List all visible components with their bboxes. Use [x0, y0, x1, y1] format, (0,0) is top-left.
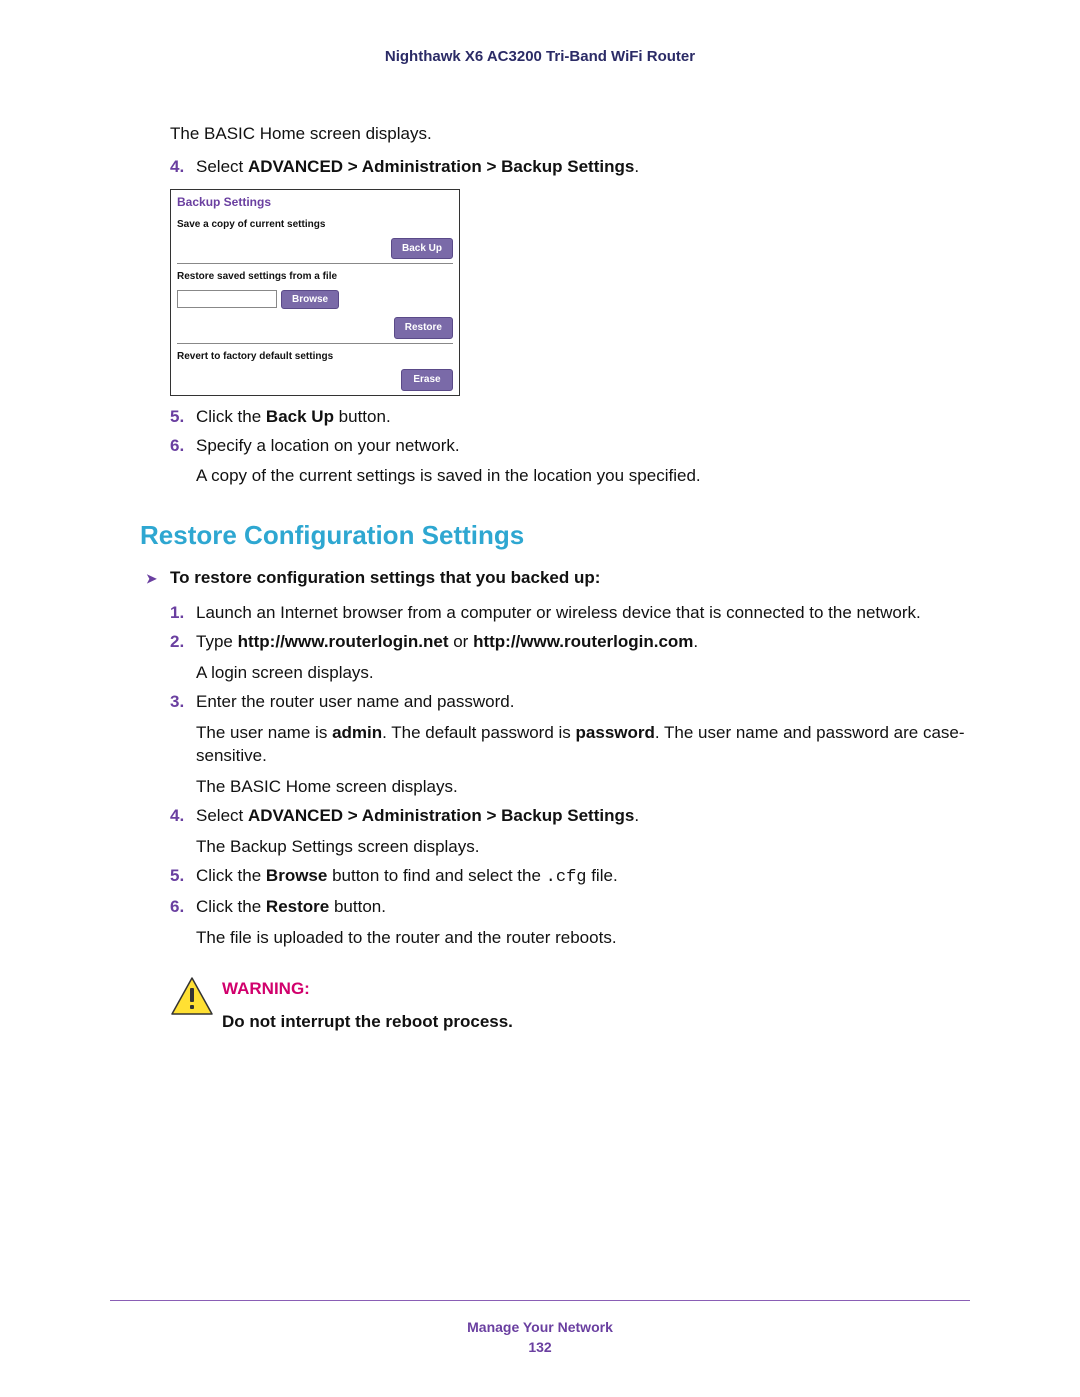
step-subtext: A login screen displays.: [196, 662, 970, 685]
restore-step-2: 2. Type http://www.routerlogin.net or ht…: [170, 631, 970, 685]
text-fragment: . The default password is: [382, 723, 575, 742]
restore-step-3: 3. Enter the router user name and passwo…: [170, 691, 970, 799]
warning-icon: [170, 976, 222, 1023]
warning-label: WARNING:: [222, 978, 513, 1001]
step-number: 5.: [170, 406, 196, 429]
text-fragment: Type: [196, 632, 238, 651]
text-fragment: Select: [196, 806, 248, 825]
step-5: 5. Click the Back Up button.: [170, 406, 970, 429]
step-body: Click the Back Up button.: [196, 406, 970, 429]
step-4: 4. Select ADVANCED > Administration > Ba…: [170, 156, 970, 179]
step-subtext: The file is uploaded to the router and t…: [196, 927, 970, 950]
restore-step-4: 4. Select ADVANCED > Administration > Ba…: [170, 805, 970, 859]
page-footer: Manage Your Network 132: [110, 1300, 970, 1355]
panel-label: Save a copy of current settings: [177, 218, 453, 232]
section-heading: Restore Configuration Settings: [140, 518, 970, 553]
content-area: The BASIC Home screen displays. 4. Selec…: [170, 123, 970, 1034]
panel-label: Revert to factory default settings: [177, 350, 453, 364]
bold-text: http://www.routerlogin.net: [238, 632, 449, 651]
arrow-icon: ➤: [146, 567, 170, 590]
mono-text: .cfg: [546, 868, 587, 887]
footer-page-number: 132: [110, 1339, 970, 1355]
text-fragment: .: [693, 632, 698, 651]
restore-step-5: 5. Click the Browse button to find and s…: [170, 865, 970, 890]
warning-message: Do not interrupt the reboot process.: [222, 1011, 513, 1034]
text-fragment: Click the: [196, 866, 266, 885]
panel-section-restore: Restore saved settings from a file Brows…: [171, 264, 459, 343]
step-body: Select ADVANCED > Administration > Backu…: [196, 156, 970, 179]
erase-button[interactable]: Erase: [401, 369, 453, 391]
panel-title: Backup Settings: [171, 190, 459, 212]
bold-text: Back Up: [266, 407, 334, 426]
step-body: Click the Restore button. The file is up…: [196, 896, 970, 950]
step-body: Launch an Internet browser from a comput…: [196, 602, 970, 625]
text-fragment: Enter the router user name and password.: [196, 692, 514, 711]
subtask-heading: ➤ To restore configuration settings that…: [146, 567, 970, 590]
text-fragment: .: [634, 806, 639, 825]
subtask-text: To restore configuration settings that y…: [170, 567, 600, 590]
text-fragment: .: [634, 157, 639, 176]
bold-text: http://www.routerlogin.com: [473, 632, 693, 651]
nav-path: ADVANCED > Administration > Backup Setti…: [248, 806, 634, 825]
text-fragment: The user name is: [196, 723, 332, 742]
step-number: 3.: [170, 691, 196, 799]
step-number: 5.: [170, 865, 196, 890]
backup-settings-panel: Backup Settings Save a copy of current s…: [170, 189, 460, 396]
backup-button[interactable]: Back Up: [391, 238, 453, 260]
step-subtext: The Backup Settings screen displays.: [196, 836, 970, 859]
step-subtext: The user name is admin. The default pass…: [196, 722, 970, 768]
step-number: 2.: [170, 631, 196, 685]
bold-text: Browse: [266, 866, 327, 885]
text-fragment: Specify a location on your network.: [196, 436, 460, 455]
restore-step-1: 1. Launch an Internet browser from a com…: [170, 602, 970, 625]
text-fragment: button.: [334, 407, 391, 426]
step-body: Select ADVANCED > Administration > Backu…: [196, 805, 970, 859]
restore-button[interactable]: Restore: [394, 317, 453, 339]
step-number: 4.: [170, 805, 196, 859]
warning-text: WARNING: Do not interrupt the reboot pro…: [222, 976, 513, 1034]
step-body: Specify a location on your network. A co…: [196, 435, 970, 489]
step-subtext: A copy of the current settings is saved …: [196, 465, 970, 488]
step-body: Enter the router user name and password.…: [196, 691, 970, 799]
step-6: 6. Specify a location on your network. A…: [170, 435, 970, 489]
step-body: Click the Browse button to find and sele…: [196, 865, 970, 890]
text-fragment: or: [449, 632, 474, 651]
text-fragment: button to find and select the: [327, 866, 545, 885]
step-number: 6.: [170, 896, 196, 950]
text-fragment: Click the: [196, 897, 266, 916]
step-body: Type http://www.routerlogin.net or http:…: [196, 631, 970, 685]
panel-section-erase: Revert to factory default settings Erase: [171, 344, 459, 395]
browse-button[interactable]: Browse: [281, 290, 339, 310]
step-number: 6.: [170, 435, 196, 489]
step-number: 1.: [170, 602, 196, 625]
warning-block: WARNING: Do not interrupt the reboot pro…: [170, 976, 970, 1034]
bold-text: Restore: [266, 897, 329, 916]
text-fragment: Select: [196, 157, 248, 176]
text-fragment: Click the: [196, 407, 266, 426]
intro-text: The BASIC Home screen displays.: [170, 123, 970, 146]
footer-chapter: Manage Your Network: [110, 1319, 970, 1335]
panel-section-save: Save a copy of current settings Back Up: [171, 212, 459, 263]
step-number: 4.: [170, 156, 196, 179]
footer-rule: [110, 1300, 970, 1301]
bold-text: admin: [332, 723, 382, 742]
step-subtext: The BASIC Home screen displays.: [196, 776, 970, 799]
text-fragment: file.: [586, 866, 617, 885]
file-input[interactable]: [177, 290, 277, 308]
panel-label: Restore saved settings from a file: [177, 270, 453, 284]
text-fragment: button.: [329, 897, 386, 916]
nav-path: ADVANCED > Administration > Backup Setti…: [248, 157, 634, 176]
restore-step-6: 6. Click the Restore button. The file is…: [170, 896, 970, 950]
header-product-title: Nighthawk X6 AC3200 Tri-Band WiFi Router: [110, 48, 970, 65]
document-page: Nighthawk X6 AC3200 Tri-Band WiFi Router…: [0, 0, 1080, 1397]
bold-text: password: [576, 723, 655, 742]
